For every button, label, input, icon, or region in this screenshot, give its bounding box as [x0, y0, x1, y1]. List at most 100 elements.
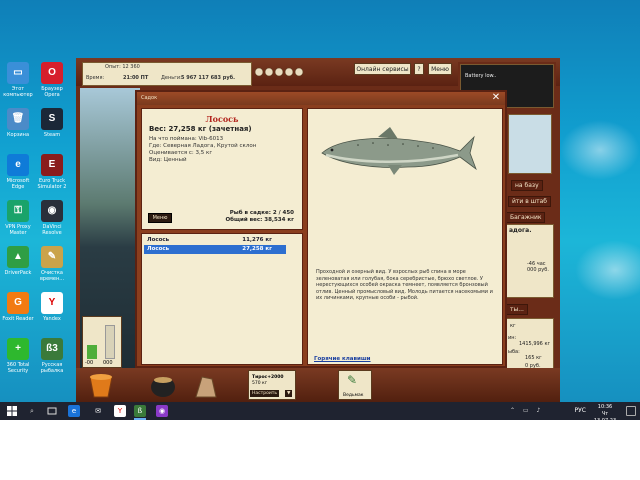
desktop-icon[interactable]: +360 Total Security: [1, 338, 35, 374]
info-threshold: Оценивается с: 3,5 кг: [149, 150, 213, 156]
desktop-icon[interactable]: S Steam: [35, 108, 69, 138]
rod-slots[interactable]: [254, 64, 314, 78]
bag-icon[interactable]: [190, 371, 220, 399]
list-item[interactable]: Лосось 27,258 кг: [144, 245, 286, 254]
desktop-icon[interactable]: Y Yandex: [35, 292, 69, 322]
desktop-icon-label: Steam: [43, 132, 61, 138]
task-view-icon[interactable]: [46, 405, 58, 417]
catch-weight: 11,276 кг: [242, 237, 272, 243]
help-button[interactable]: ?: [414, 63, 424, 75]
desktop-icon[interactable]: ◉ DaVinci Resolve: [35, 200, 69, 236]
tray-icons[interactable]: ⌃ ▭ ♪: [510, 407, 550, 415]
russian-fishing-icon[interactable]: ß: [134, 405, 146, 417]
trunk-button[interactable]: Багажник: [506, 212, 546, 223]
stat-weight: 165 кг: [525, 355, 542, 361]
setup-button[interactable]: Настроить: [250, 390, 280, 397]
fish-info-panel: Лосось Вес: 27,258 кг (зачетная) На что …: [141, 108, 303, 230]
desktop-app-icon: ◉: [41, 200, 63, 222]
desktop-icon[interactable]: ß3 Русская рыбалка: [35, 338, 69, 374]
catch-name: Лосось: [147, 246, 170, 252]
search-icon[interactable]: ⌕: [26, 405, 38, 417]
desktop-icon-label: Корзина: [6, 132, 30, 138]
to-base-button[interactable]: на базу: [511, 180, 543, 191]
desktop-app-icon: +: [7, 338, 29, 360]
desktop-icon[interactable]: ▭ Этот компьютер: [1, 62, 35, 98]
taskbar: ⌕ e ✉ Y ß ◉ РУС 10:36 Чт 13.07.23 ⌃ ▭ ♪: [0, 402, 640, 424]
catch-list: Лосось 11,276 кг Лосось 27,258 кг: [141, 233, 303, 365]
desktop-icon[interactable]: e Microsoft Edge: [1, 154, 35, 190]
stat-label-2: ыба:: [508, 349, 520, 355]
minimap[interactable]: [508, 114, 552, 174]
scroll-item[interactable]: ✎ Ведьмак: [338, 370, 372, 400]
desktop-icon-label: Microsoft Edge: [6, 178, 30, 190]
mail-icon[interactable]: ✉: [92, 405, 104, 417]
feather-icon: ✎: [347, 373, 358, 387]
info-location: Где: Северная Ладога, Крутой склон: [149, 143, 257, 149]
gauge-bar-right: [105, 325, 115, 359]
more-button[interactable]: ты...: [506, 304, 528, 315]
fish-picture-panel: Проходной и озерный вид. У взрослых рыб …: [307, 108, 503, 365]
language-indicator[interactable]: РУС: [575, 407, 586, 414]
desktop-icon-label: Foxit Reader: [2, 316, 34, 322]
desktop-app-icon: ▭: [7, 62, 29, 84]
desktop-icon[interactable]: E Euro Truck Simulator 2: [35, 154, 69, 190]
letterbox-area: [0, 420, 640, 480]
media-app-icon[interactable]: ◉: [156, 405, 168, 417]
cage-total-weight: Общий вес: 38,534 кг: [225, 217, 294, 223]
wallpaper-wave: [575, 240, 640, 300]
list-item[interactable]: Лосось 11,276 кг: [144, 236, 286, 245]
bucket-icon[interactable]: [86, 371, 116, 399]
pot-icon[interactable]: [148, 371, 178, 399]
tackle-name: Тирос+2000: [252, 375, 284, 380]
game-menu-button[interactable]: Меню: [428, 63, 452, 75]
stat-label-1: ин:: [508, 335, 517, 341]
yandex-icon[interactable]: Y: [114, 405, 126, 417]
desktop-app-icon: 🗑: [7, 108, 29, 130]
experience-label: Опыт: 12 360: [105, 64, 140, 70]
stat-kg: кг: [510, 323, 516, 329]
scroll-item-label: Ведьмак: [343, 393, 364, 398]
info-bait: На что поймана: Vib-6013: [149, 136, 224, 142]
dropdown-arrow-icon[interactable]: ▼: [285, 390, 293, 397]
desktop-icon-label: Euro Truck Simulator 2: [37, 178, 67, 190]
desktop-icon[interactable]: O Браузер Opera: [35, 62, 69, 98]
dialog-title-bar[interactable]: Садок: [137, 92, 505, 105]
dialog-menu-button[interactable]: Меню: [148, 213, 172, 223]
gauge-value-right: 000: [103, 360, 113, 366]
money-label: Деньги:: [161, 75, 182, 81]
tackle-slot[interactable]: Тирос+2000 570 кг Настроить ▼: [248, 370, 296, 400]
money-value: 5 967 117 683 руб.: [181, 75, 235, 81]
to-hq-button[interactable]: йти в штаб: [508, 196, 552, 207]
desktop-icon-label: Очистка времен...: [39, 270, 65, 282]
catch-stats: кг ин: 1415,996 кг ыба: 165 кг 0 руб.: [506, 318, 554, 372]
hotkeys-link[interactable]: Горячие клавиши: [314, 356, 371, 362]
fish-name: Лосось: [205, 114, 239, 124]
notification-icon[interactable]: [626, 406, 636, 416]
gauge-bar-left: [87, 345, 97, 359]
desktop-icon-label: DaVinci Resolve: [42, 224, 62, 236]
cage-dialog: Садок ✕ Лосось Вес: 27,258 кг (зачетная)…: [135, 90, 507, 368]
tackle-weight: 570 кг: [252, 381, 268, 386]
edge-icon[interactable]: e: [68, 405, 80, 417]
desktop-icon-label: Браузер Opera: [41, 86, 63, 98]
desktop-icon-label: Русская рыбалка: [40, 362, 64, 374]
time-label: Время:: [86, 75, 105, 81]
desktop-icon-label: Этот компьютер: [3, 86, 33, 98]
desktop-icon-label: VPN Proxy Master: [5, 224, 31, 236]
desktop-icon-label: Yandex: [43, 316, 61, 322]
start-icon[interactable]: [6, 405, 18, 417]
online-services-button[interactable]: Онлайн сервисы: [354, 63, 411, 75]
desktop-app-icon: Y: [41, 292, 63, 314]
cage-count: Рыб в садке: 2 / 450: [229, 210, 294, 216]
close-icon[interactable]: ✕: [491, 93, 501, 103]
desktop-icon[interactable]: ⚿ VPN Proxy Master: [1, 200, 35, 236]
desktop-icon[interactable]: ✎ Очистка времен...: [35, 246, 69, 282]
fish-description: Проходной и озерный вид. У взрослых рыб …: [316, 269, 493, 301]
desktop-app-icon: S: [41, 108, 63, 130]
location-info: адога. -46 час 000 руб.: [506, 224, 554, 298]
location-fragment: адога.: [509, 227, 532, 234]
desktop-icon[interactable]: 🗑 Корзина: [1, 108, 35, 138]
desktop-icon[interactable]: G Foxit Reader: [1, 292, 35, 322]
desktop-app-icon: O: [41, 62, 63, 84]
desktop-icon[interactable]: ▲ DriverPack: [1, 246, 35, 276]
